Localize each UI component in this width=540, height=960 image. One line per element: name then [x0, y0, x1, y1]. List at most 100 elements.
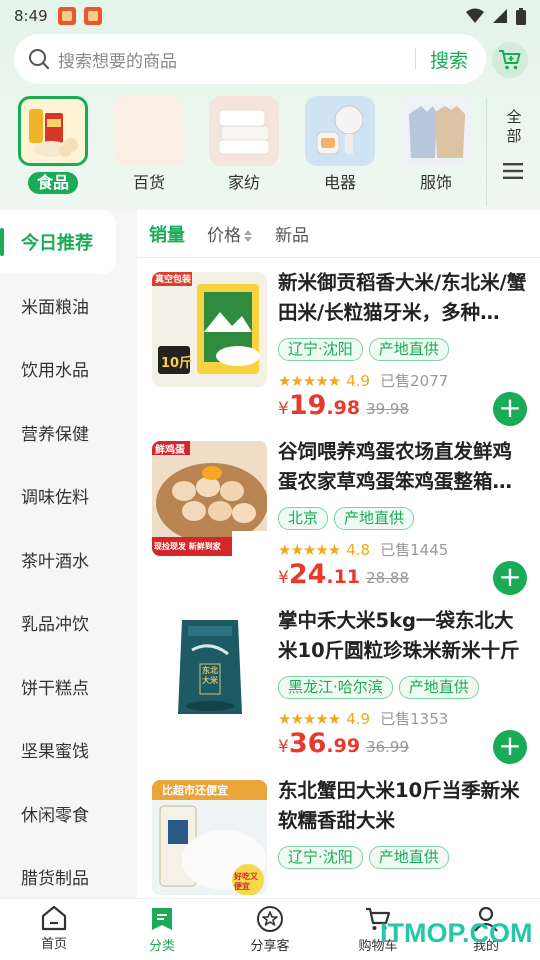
image-caption: 东北大米	[202, 666, 218, 685]
product-image[interactable]: 真空包装 10斤	[152, 272, 267, 387]
plus-icon: +	[498, 729, 522, 762]
sidebar-item-biscuits[interactable]: 饼干糕点	[0, 655, 137, 719]
sort-new[interactable]: 新品	[275, 221, 309, 246]
origin-tag: 北京	[278, 507, 329, 530]
product-title[interactable]: 新米御贡稻香大米/东北米/蟹田米/长粒猫牙米，多种…	[278, 268, 528, 328]
add-to-cart-button[interactable]: +	[493, 561, 527, 595]
currency-symbol: ¥	[278, 568, 289, 588]
sidebar-item-dairy[interactable]: 乳品冲饮	[0, 591, 137, 655]
product-title[interactable]: 东北蟹田大米10斤当季新米软糯香甜大米	[278, 776, 528, 836]
search-placeholder: 搜索想要的商品	[58, 51, 177, 72]
image-caption: 现捡现发 新鲜到家	[154, 542, 221, 551]
sold-count: 已售2077	[380, 372, 449, 390]
category-icon	[152, 908, 172, 930]
direct-supply-tag: 产地直供	[368, 846, 449, 869]
price-integer: 24	[288, 559, 327, 590]
search-button[interactable]: 搜索	[430, 46, 468, 73]
product-title[interactable]: 掌中禾大米5kg一袋东北大米10斤圆粒珍珠米新米十斤	[278, 606, 528, 666]
header-area: 搜索想要的商品 搜索 食品 百货 家纺 电器 服饰 全部	[0, 32, 540, 210]
home-icon	[41, 905, 67, 931]
sort-bar: 销量 价格 新品	[137, 210, 540, 258]
product-price: ¥ 24 .11 28.88	[278, 559, 409, 590]
rating-value: 4.9	[346, 371, 371, 390]
nav-label: 分类	[148, 939, 175, 954]
nav-label: 首页	[40, 937, 67, 952]
origin-tag: 辽宁·沈阳	[278, 338, 363, 361]
status-bar: 8:49	[0, 0, 540, 32]
sold-count: 已售1353	[380, 710, 449, 728]
product-price: ¥ 19 .98 39.98	[278, 390, 409, 421]
search-divider	[414, 48, 416, 70]
product-panel: 销量 价格 新品 真空包装 10斤 新米御贡稻香大米/东北米/蟹田米/长粒猫牙米…	[137, 210, 540, 898]
category-sidebar: 今日推荐 米面粮油 饮用水品 营养保健 调味佐料 茶叶酒水 乳品冲饮 饼干糕点 …	[0, 210, 137, 898]
nav-label: 分享客	[250, 939, 290, 954]
menu-icon[interactable]	[503, 162, 523, 180]
direct-supply-tag: 产地直供	[398, 676, 479, 699]
clothing-icon	[401, 96, 471, 166]
image-badge: 鲜鸡蛋	[155, 445, 185, 456]
sidebar-item-seasoning[interactable]: 调味佐料	[0, 464, 137, 528]
goods-icon	[114, 96, 184, 166]
product-rating: ★★★★★ 4.9 已售1353	[278, 708, 448, 729]
original-price: 36.99	[366, 738, 410, 756]
search-icon	[29, 49, 50, 70]
nav-category[interactable]: 分类	[108, 899, 216, 960]
image-caption: 好吃又便宜	[234, 872, 258, 891]
add-to-cart-button[interactable]: +	[493, 392, 527, 426]
category-all-button[interactable]: 全部	[500, 108, 528, 146]
product-title[interactable]: 谷饲喂养鸡蛋农场直发鲜鸡蛋农家草鸡蛋笨鸡蛋整箱…	[278, 437, 528, 497]
header-cart-button[interactable]	[492, 42, 528, 78]
currency-symbol: ¥	[278, 737, 289, 757]
price-integer: 19	[288, 390, 327, 421]
category-label: 食品	[28, 172, 78, 194]
category-goods[interactable]: 百货	[114, 96, 184, 194]
sidebar-item-nuts[interactable]: 坚果蜜饯	[0, 718, 137, 782]
direct-supply-tag: 产地直供	[334, 507, 415, 530]
status-time: 8:49	[14, 7, 48, 25]
star-rating-icon: ★★★★★	[278, 371, 341, 390]
food-icon	[18, 96, 88, 166]
sidebar-item-today[interactable]: 今日推荐	[0, 210, 116, 274]
category-label: 服饰	[419, 173, 452, 192]
search-input[interactable]: 搜索想要的商品 搜索	[14, 34, 486, 84]
product-image[interactable]: 比超市还便宜 好吃又便宜	[152, 780, 267, 895]
category-label: 百货	[132, 173, 165, 192]
rating-value: 4.8	[346, 540, 371, 559]
sidebar-item-snacks[interactable]: 休闲零食	[0, 782, 137, 846]
category-textile[interactable]: 家纺	[209, 96, 279, 194]
product-image[interactable]: 鲜鸡蛋 现捡现发 新鲜到家	[152, 441, 267, 556]
sidebar-item-grain-oil[interactable]: 米面粮油	[0, 274, 137, 338]
price-integer: 36	[288, 728, 327, 759]
origin-tag: 辽宁·沈阳	[278, 846, 363, 869]
sidebar-item-tea-wine[interactable]: 茶叶酒水	[0, 528, 137, 592]
notification-icon	[83, 7, 102, 25]
nav-share[interactable]: 分享客	[216, 899, 324, 960]
cart-icon	[499, 50, 521, 70]
product-tags: 辽宁·沈阳 产地直供	[278, 846, 449, 869]
sold-count: 已售1445	[380, 541, 449, 559]
original-price: 39.98	[366, 400, 410, 418]
add-to-cart-button[interactable]: +	[493, 730, 527, 764]
image-caption: 10斤	[161, 356, 193, 371]
appliance-icon	[305, 96, 375, 166]
nav-home[interactable]: 首页	[0, 899, 108, 960]
product-image[interactable]: 东北大米	[152, 610, 267, 725]
price-decimal: .11	[326, 566, 361, 588]
sidebar-item-nutrition[interactable]: 营养保健	[0, 401, 137, 465]
star-rating-icon: ★★★★★	[278, 540, 341, 559]
textile-icon	[209, 96, 279, 166]
product-rating: ★★★★★ 4.9 已售2077	[278, 370, 448, 391]
product-tags: 北京 产地直供	[278, 507, 415, 530]
sort-price[interactable]: 价格	[207, 221, 253, 246]
category-appliance[interactable]: 电器	[305, 96, 375, 194]
plus-icon: +	[498, 560, 522, 593]
sort-arrows-icon	[244, 230, 252, 242]
sidebar-item-water[interactable]: 饮用水品	[0, 337, 137, 401]
category-clothing[interactable]: 服饰	[401, 96, 471, 194]
sort-sales[interactable]: 销量	[149, 221, 185, 247]
battery-icon	[516, 7, 526, 25]
origin-tag: 黑龙江·哈尔滨	[278, 676, 393, 699]
category-food[interactable]: 食品	[18, 96, 88, 194]
sort-price-label: 价格	[207, 226, 241, 246]
category-label: 家纺	[227, 173, 260, 192]
